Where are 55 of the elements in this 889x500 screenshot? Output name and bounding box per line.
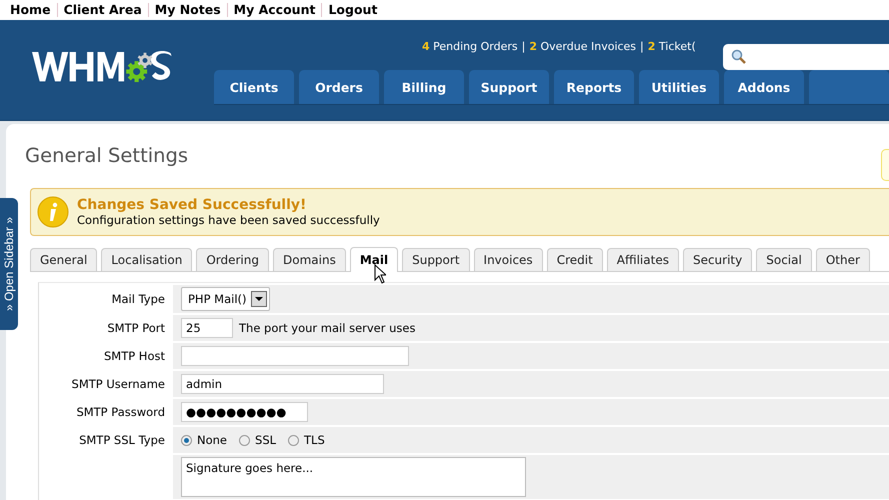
top-link[interactable]: Logout — [321, 3, 384, 17]
field-hint: The port your mail server uses — [239, 321, 416, 335]
settings-tab[interactable]: Credit — [546, 248, 603, 271]
radio-button[interactable] — [288, 434, 300, 446]
stat-link[interactable]: 4 Pending Orders — [422, 40, 518, 53]
radio-button[interactable] — [181, 434, 192, 446]
separator: | — [640, 40, 644, 53]
nav-tab[interactable]: Utilities — [639, 70, 719, 104]
settings-tab[interactable]: Ordering — [196, 248, 269, 271]
settings-tab[interactable]: General — [30, 248, 98, 271]
settings-tab[interactable]: Security — [682, 248, 752, 271]
open-sidebar-tab[interactable]: » Open Sidebar » — [0, 198, 18, 330]
radio-label: TLS — [304, 433, 325, 447]
text-field[interactable]: 25 — [181, 318, 233, 338]
alert-message: Configuration settings have been saved successfully — [77, 213, 380, 227]
nav-tab[interactable]: Billing — [384, 70, 464, 104]
radio-label: None — [197, 433, 228, 447]
nav-tab[interactable]: Orders — [299, 70, 379, 104]
text-field[interactable] — [181, 346, 409, 366]
search-icon — [731, 49, 747, 65]
settings-tab[interactable]: Other — [816, 248, 870, 271]
top-link[interactable]: My Notes — [148, 3, 227, 17]
settings-tab[interactable]: Affiliates — [606, 248, 679, 271]
nav-tab[interactable]: Addons — [724, 70, 804, 104]
settings-tab[interactable]: Domains — [273, 248, 346, 271]
field-label: SMTP Host — [39, 343, 173, 369]
mail-type-select[interactable]: PHP Mail() — [181, 287, 270, 311]
text-field[interactable]: admin — [181, 374, 384, 394]
field-label: SMTP Port — [39, 315, 173, 341]
settings-tab[interactable]: Social — [756, 248, 812, 271]
radio-label: SSL — [255, 433, 276, 447]
info-icon — [37, 196, 69, 228]
settings-tab[interactable]: Localisation — [101, 248, 192, 271]
settings-tab[interactable]: Mail — [350, 247, 398, 272]
settings-tab[interactable]: Invoices — [474, 248, 543, 271]
radio-button[interactable] — [239, 434, 250, 446]
text-field[interactable]: ●●●●●●●●●● — [181, 402, 308, 422]
field-label: SMTP Password — [39, 399, 173, 425]
separator: | — [522, 40, 526, 53]
nav-tab[interactable]: Clients — [214, 70, 294, 104]
page-title: General Settings — [25, 144, 188, 169]
alert-title: Changes Saved Successfully! — [77, 197, 308, 213]
stat-link[interactable]: 2 Ticket( — [648, 40, 696, 53]
nav-tab[interactable]: Support — [469, 70, 549, 104]
stat-link[interactable]: 2 Overdue Invoices — [529, 40, 636, 53]
field-label: Mail Type — [39, 285, 173, 313]
field-label: SMTP Username — [39, 371, 173, 397]
field-label: SMTP SSL Type — [39, 427, 173, 453]
top-link[interactable]: Home — [6, 3, 57, 17]
top-link[interactable]: My Account — [226, 3, 322, 17]
nav-tab[interactable]: Reports — [554, 70, 634, 104]
top-link[interactable]: Client Area — [56, 3, 148, 17]
settings-tab[interactable]: Support — [402, 248, 470, 271]
search-field[interactable] — [723, 44, 889, 70]
signature-field[interactable]: Signature goes here... — [181, 457, 526, 497]
